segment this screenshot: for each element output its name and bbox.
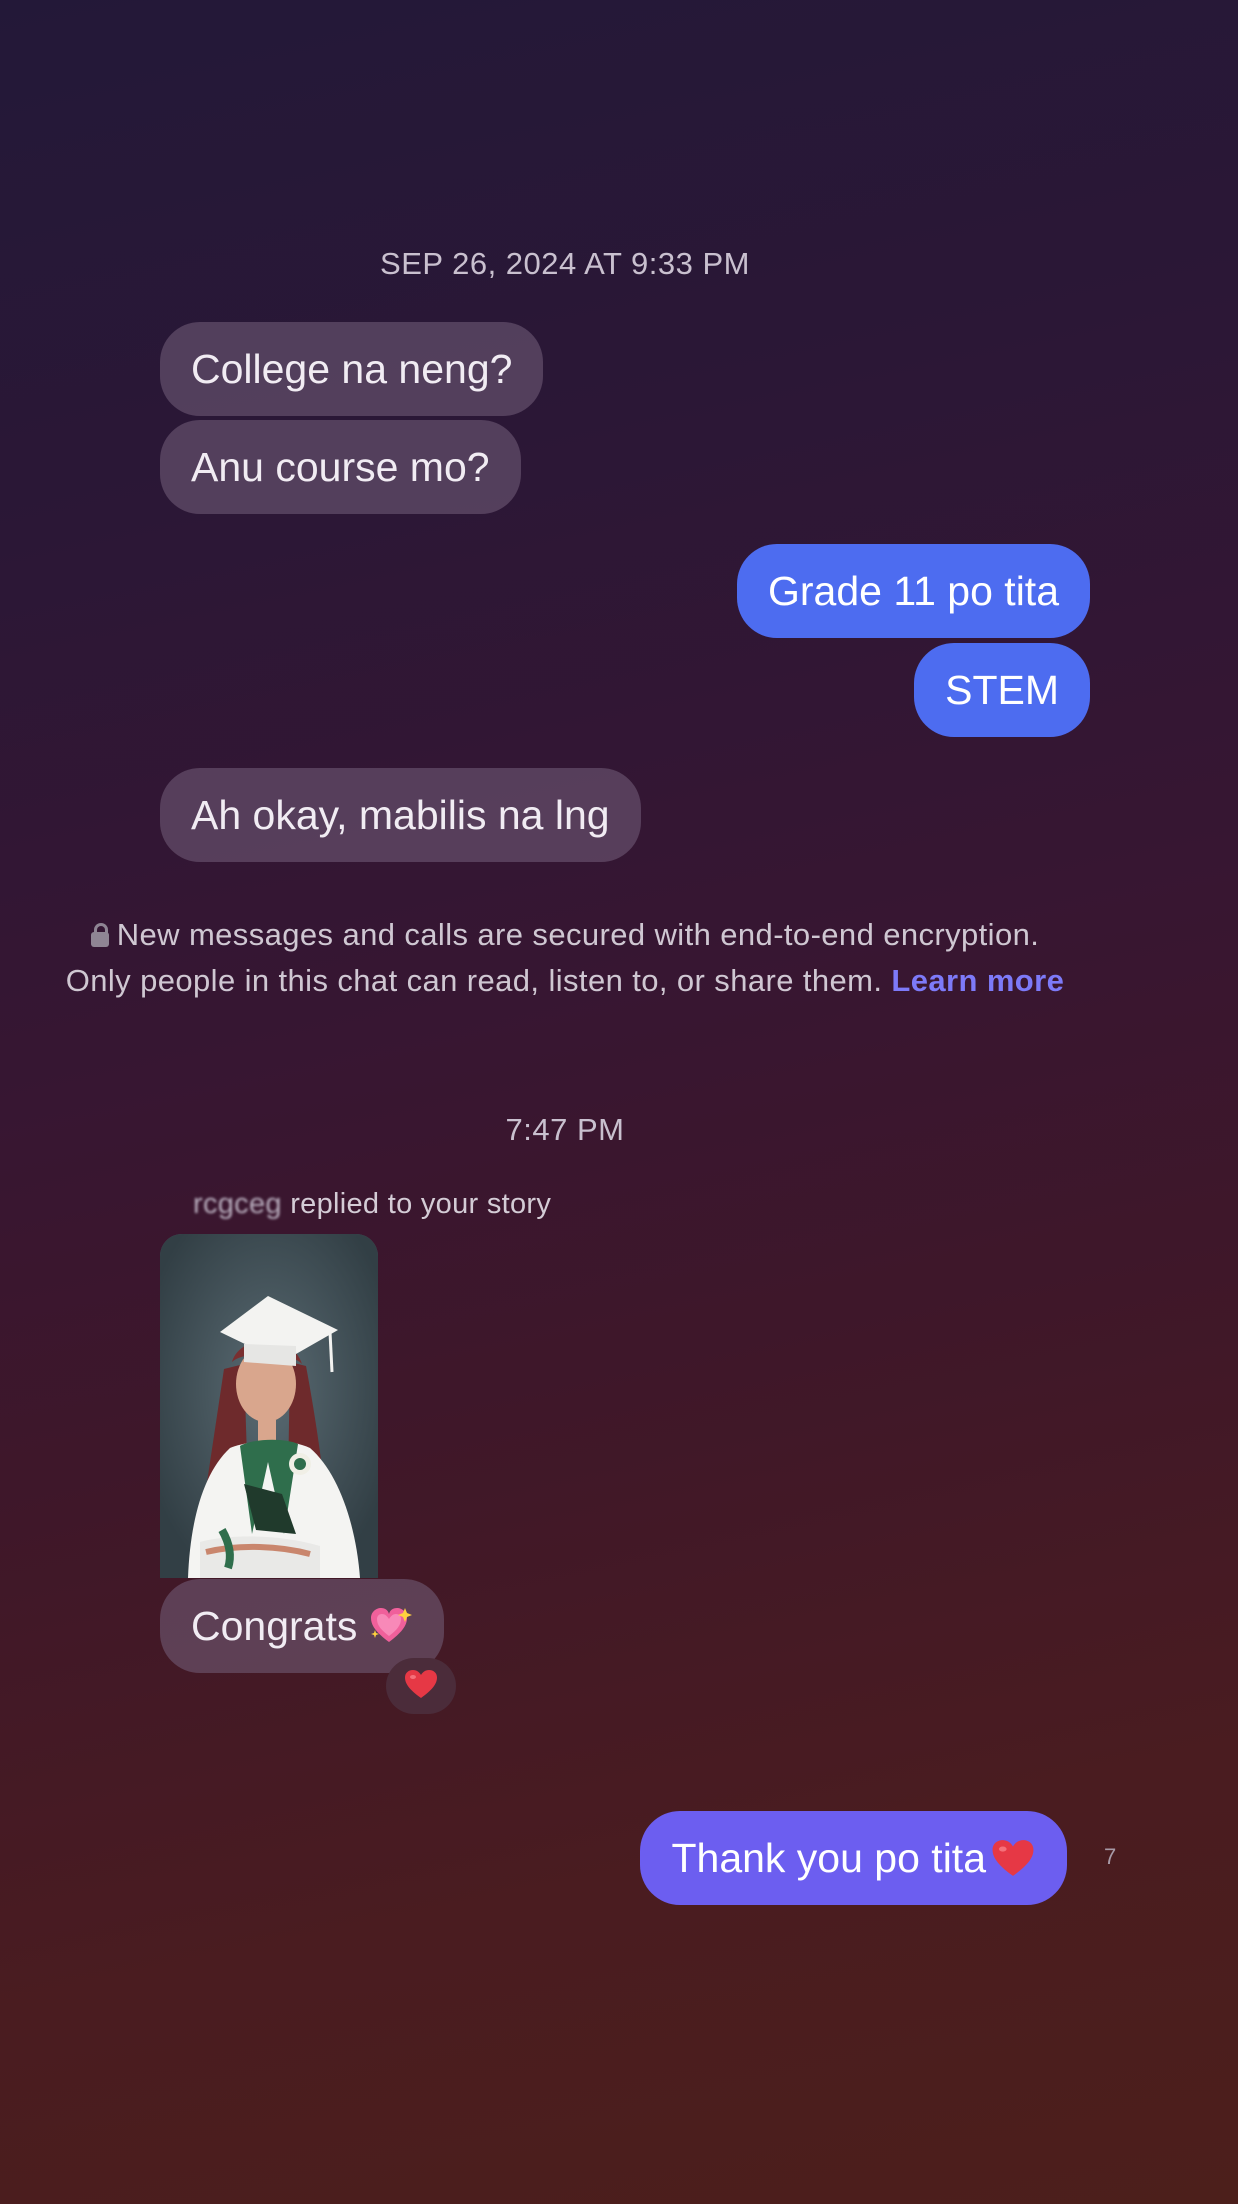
time-timestamp: 7:47 PM bbox=[505, 1112, 625, 1147]
message-bubble-outgoing[interactable]: STEM bbox=[914, 643, 1090, 737]
story-reply-text: replied to your story bbox=[290, 1188, 552, 1220]
story-reply-username: rcgceg bbox=[193, 1188, 282, 1220]
red-heart-icon bbox=[403, 1668, 439, 1705]
message-text: Anu course mo? bbox=[191, 443, 490, 490]
story-reply-label: rcgceg replied to your story bbox=[193, 1188, 551, 1221]
message-bubble-incoming[interactable]: Congrats bbox=[160, 1579, 445, 1673]
learn-more-link[interactable]: Learn more bbox=[891, 963, 1064, 998]
message-text: College na neng? bbox=[191, 345, 513, 392]
message-text: STEM bbox=[945, 666, 1059, 713]
red-heart-icon bbox=[990, 1837, 1036, 1879]
message-text: Ah okay, mabilis na lng bbox=[191, 791, 610, 838]
date-timestamp: SEP 26, 2024 AT 9:33 PM bbox=[380, 246, 750, 281]
message-reaction[interactable] bbox=[386, 1658, 456, 1714]
message-bubble-incoming[interactable]: Anu course mo? bbox=[160, 420, 521, 514]
encryption-notice: New messages and calls are secured with … bbox=[60, 912, 1070, 1004]
sparkling-heart-icon bbox=[369, 1606, 413, 1646]
lock-icon bbox=[90, 923, 109, 947]
message-bubble-outgoing[interactable]: Grade 11 po tita bbox=[737, 544, 1090, 638]
message-bubble-outgoing[interactable]: Thank you po tita bbox=[640, 1811, 1067, 1905]
message-bubble-incoming[interactable]: Ah okay, mabilis na lng bbox=[160, 768, 641, 862]
message-text: Congrats bbox=[191, 1602, 358, 1649]
seen-indicator: 7 bbox=[1104, 1844, 1117, 1869]
story-thumbnail[interactable] bbox=[160, 1234, 378, 1578]
message-text: Thank you po tita bbox=[671, 1834, 986, 1881]
message-text: Grade 11 po tita bbox=[768, 567, 1059, 614]
message-bubble-incoming[interactable]: College na neng? bbox=[160, 322, 544, 416]
graduation-portrait-image bbox=[160, 1234, 378, 1578]
